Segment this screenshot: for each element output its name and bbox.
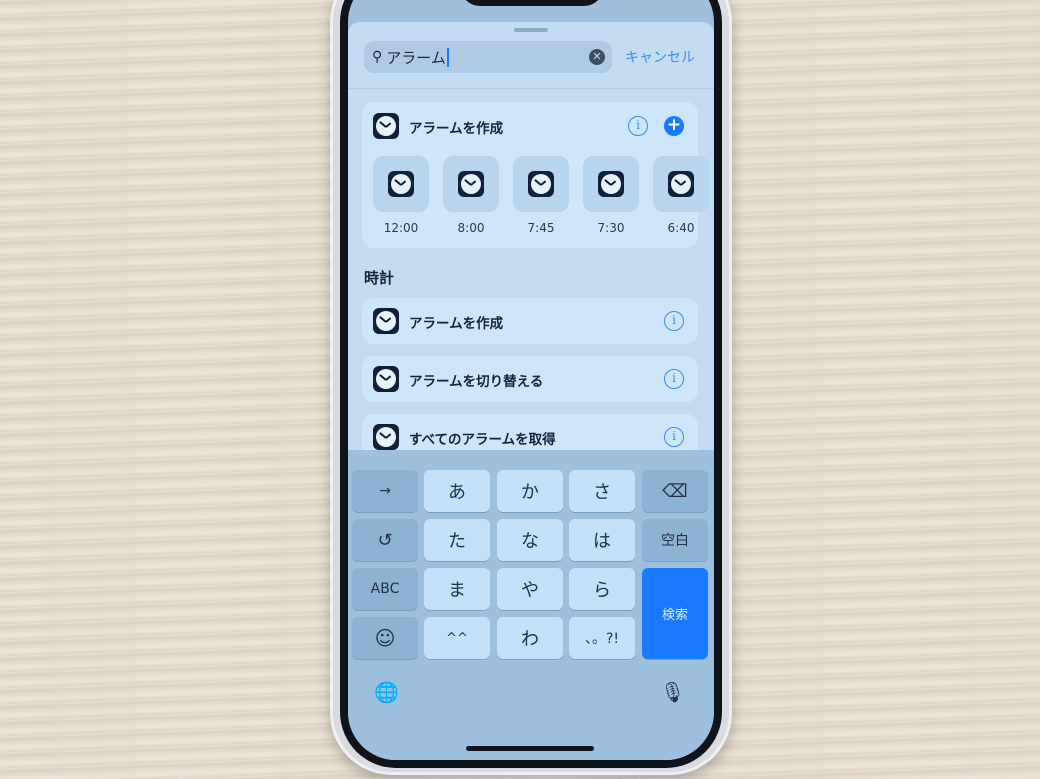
key-sa[interactable]: さ xyxy=(569,470,635,512)
divider xyxy=(348,88,714,89)
search-input[interactable]: ⚲ アラーム ✕ xyxy=(364,41,612,73)
preset-tile[interactable] xyxy=(373,156,429,212)
emoji-key[interactable]: ☺ xyxy=(352,617,418,659)
clock-icon xyxy=(528,171,554,197)
preset-label: 7:45 xyxy=(527,221,555,235)
preset-label: 8:00 xyxy=(457,221,485,235)
clock-icon xyxy=(598,171,624,197)
preset-label: 7:30 xyxy=(597,221,625,235)
preset-tile[interactable] xyxy=(513,156,569,212)
shortcut-search-sheet: ⚲ アラーム ✕ キャンセル アラームを作成 i + 12:00 8:00 7:… xyxy=(348,22,714,482)
key-wa[interactable]: わ xyxy=(497,617,563,659)
delete-key[interactable]: ⌫ xyxy=(642,470,708,512)
key-a[interactable]: あ xyxy=(424,470,490,512)
clock-app-icon xyxy=(373,308,399,334)
kaomoji-key[interactable]: ^^ xyxy=(424,617,490,659)
search-key[interactable]: 検索 xyxy=(642,568,708,659)
info-icon[interactable]: i xyxy=(664,369,684,389)
action-title: すべてのアラームを取得 xyxy=(409,432,556,448)
key-na[interactable]: な xyxy=(497,519,563,561)
clock-icon xyxy=(388,171,414,197)
text-caret xyxy=(446,47,449,67)
notch xyxy=(460,0,604,6)
key-ya[interactable]: や xyxy=(497,568,563,610)
key-ma[interactable]: ま xyxy=(424,568,490,610)
action-title: アラームを切り替える xyxy=(409,374,544,390)
section-title: 時計 xyxy=(364,269,395,287)
clock-app-icon xyxy=(373,424,399,450)
microphone-icon[interactable]: 🎙 xyxy=(660,680,685,704)
card-title: アラームを作成 xyxy=(409,121,504,137)
key-ka[interactable]: か xyxy=(497,470,563,512)
info-icon[interactable]: i xyxy=(628,116,648,136)
space-key[interactable]: 空白 xyxy=(642,519,708,561)
action-row[interactable]: アラームを切り替える i xyxy=(362,356,698,402)
preset-label: 6:40 xyxy=(667,221,695,235)
add-icon[interactable]: + xyxy=(664,116,684,136)
search-value: アラーム xyxy=(386,48,446,67)
phone-screen: ⚲ アラーム ✕ キャンセル アラームを作成 i + 12:00 8:00 7:… xyxy=(348,0,714,760)
clock-icon xyxy=(458,171,484,197)
clock-app-icon xyxy=(373,366,399,392)
info-icon[interactable]: i xyxy=(664,311,684,331)
preset-tile[interactable] xyxy=(443,156,499,212)
preset-tile[interactable] xyxy=(583,156,639,212)
next-candidate-key[interactable]: → xyxy=(352,470,418,512)
clock-icon xyxy=(668,171,694,197)
info-icon[interactable]: i xyxy=(664,427,684,447)
key-ra[interactable]: ら xyxy=(569,568,635,610)
abc-key[interactable]: ABC xyxy=(352,568,418,610)
action-title: アラームを作成 xyxy=(409,316,504,332)
undo-key[interactable]: ↺ xyxy=(352,519,418,561)
home-indicator[interactable] xyxy=(466,746,594,751)
sheet-grabber[interactable] xyxy=(514,28,548,32)
globe-icon[interactable]: 🌐 xyxy=(374,680,399,704)
japanese-keyboard: → あ か さ ⌫ ↺ た な は 空白 ABC ま や ら 検索 ☺ ^^ わ… xyxy=(348,450,714,760)
action-row[interactable]: アラームを作成 i xyxy=(362,298,698,344)
key-ta[interactable]: た xyxy=(424,519,490,561)
search-icon: ⚲ xyxy=(372,49,383,65)
cancel-button[interactable]: キャンセル xyxy=(625,47,695,67)
preset-tile[interactable] xyxy=(653,156,709,212)
clock-app-icon xyxy=(373,113,399,139)
key-ha[interactable]: は xyxy=(569,519,635,561)
preset-label: 12:00 xyxy=(383,221,419,235)
punctuation-key[interactable]: 、。?! xyxy=(569,617,635,659)
create-alarm-card: アラームを作成 i + 12:00 8:00 7:45 7:30 6:40 xyxy=(362,102,709,248)
clear-icon[interactable]: ✕ xyxy=(589,49,605,65)
